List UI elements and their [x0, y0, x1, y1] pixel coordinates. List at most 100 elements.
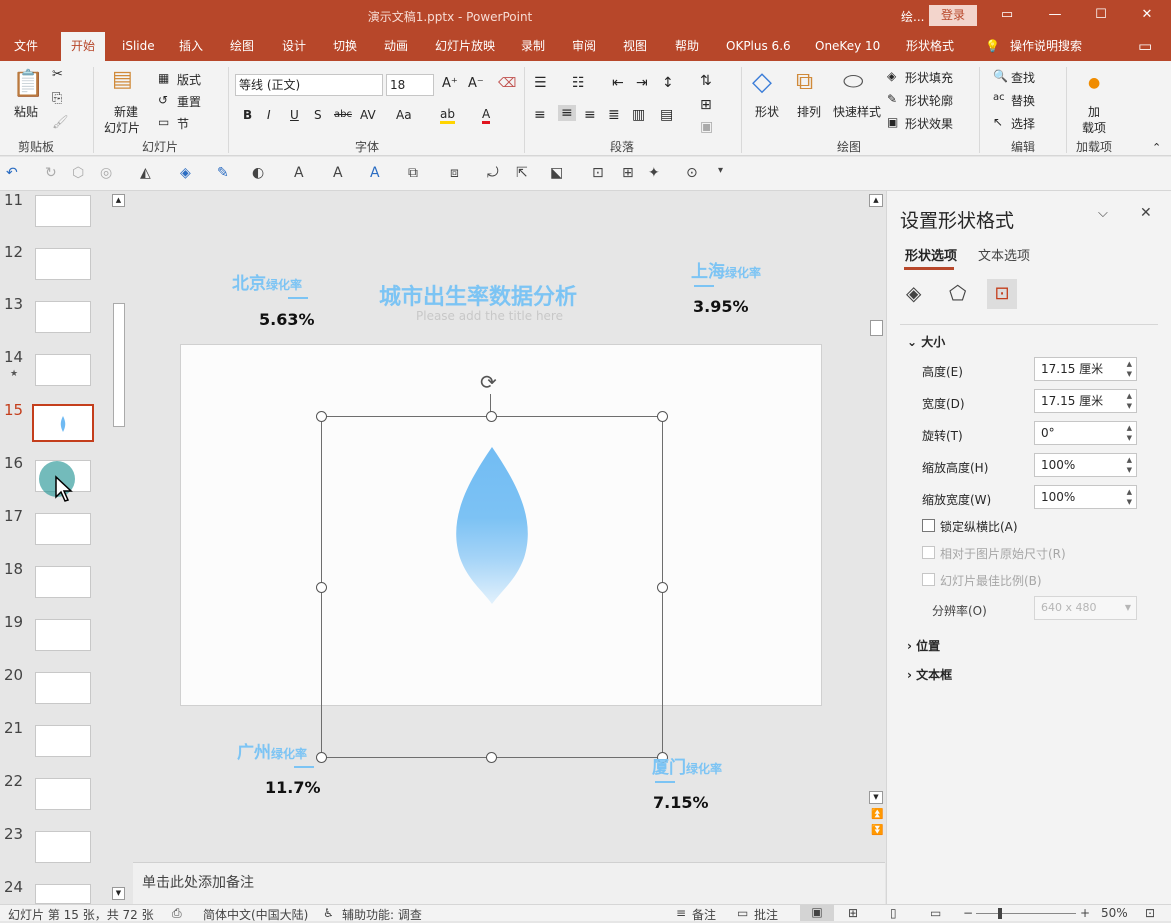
- tab-text-options[interactable]: 文本选项: [978, 245, 1030, 264]
- underline-icon[interactable]: U: [290, 108, 299, 122]
- tab-animations[interactable]: 动画: [384, 32, 408, 61]
- width-input[interactable]: 17.15 厘米 ▲ ▼: [1034, 389, 1137, 413]
- resize-handle-e[interactable]: [657, 582, 668, 593]
- strikethrough-icon[interactable]: abc: [334, 109, 352, 120]
- align-center-icon[interactable]: ≡: [558, 105, 576, 121]
- highlight-qat-icon[interactable]: A: [333, 165, 343, 181]
- bold-icon[interactable]: B: [243, 108, 252, 122]
- justify-icon[interactable]: ≣: [608, 107, 620, 123]
- tab-view[interactable]: 视图: [623, 32, 647, 61]
- font-name-select[interactable]: 等线 (正文): [235, 74, 383, 96]
- shape-outline-icon[interactable]: ✎: [887, 92, 897, 106]
- clear-format-icon[interactable]: ⌫: [498, 76, 516, 91]
- zoom-out-icon[interactable]: −: [963, 906, 973, 920]
- find-icon[interactable]: 🔍: [993, 69, 1008, 83]
- shapes-button[interactable]: 形状: [755, 103, 779, 120]
- zoom-slider-thumb[interactable]: [998, 908, 1002, 919]
- send-backward-icon[interactable]: ⬕: [550, 165, 563, 181]
- scroll-up-icon[interactable]: ▲: [869, 194, 883, 207]
- tab-insert[interactable]: 插入: [179, 32, 203, 61]
- animation-icon[interactable]: ✦: [648, 165, 660, 181]
- scroll-thumb[interactable]: [870, 320, 883, 336]
- resize-handle-n[interactable]: [486, 411, 497, 422]
- slide-thumbnail-22[interactable]: [35, 778, 91, 810]
- fill-color-icon[interactable]: ◈: [180, 165, 191, 181]
- maximize-button[interactable]: ☐: [1079, 0, 1123, 32]
- shrink-font-icon[interactable]: A⁻: [468, 76, 484, 91]
- reset-button[interactable]: 重置: [177, 93, 201, 110]
- accessibility-status[interactable]: 辅助功能: 调查: [342, 906, 422, 923]
- resize-handle-ne[interactable]: [657, 411, 668, 422]
- spinner-icon[interactable]: ▲ ▼: [1127, 487, 1132, 507]
- resize-handle-s[interactable]: [486, 752, 497, 763]
- merge-shapes-icon[interactable]: ◎: [100, 165, 112, 181]
- quick-styles-button[interactable]: 快速样式: [833, 103, 881, 120]
- scroll-thumb[interactable]: [113, 303, 125, 427]
- align-left-icon[interactable]: ≡: [534, 107, 546, 123]
- tab-okplus[interactable]: OKPlus 6.6: [726, 32, 791, 61]
- tell-me-search[interactable]: 操作说明搜索: [1010, 32, 1082, 61]
- spinner-icon[interactable]: ▲ ▼: [1127, 423, 1132, 443]
- font-color-qat-icon[interactable]: A: [294, 165, 304, 181]
- quick-styles-icon[interactable]: ⬭: [843, 67, 864, 95]
- cut-icon[interactable]: ✂: [52, 67, 63, 82]
- spellcheck-icon[interactable]: ⎙: [172, 906, 182, 921]
- shadow-icon[interactable]: S: [314, 108, 322, 122]
- rotate-icon[interactable]: ⤾: [487, 165, 499, 181]
- height-input[interactable]: 17.15 厘米 ▲ ▼: [1034, 357, 1137, 381]
- tab-shape-format[interactable]: 形状格式: [906, 32, 954, 61]
- tab-design[interactable]: 设计: [282, 32, 306, 61]
- slide-sorter-icon[interactable]: ⊞: [848, 906, 858, 920]
- slide-thumbnail-20[interactable]: [35, 672, 91, 704]
- addins-button[interactable]: 加: [1088, 103, 1100, 120]
- language-indicator[interactable]: 简体中文(中国大陆): [203, 906, 308, 923]
- scale-width-input[interactable]: 100% ▲ ▼: [1034, 485, 1137, 509]
- scale-height-input[interactable]: 100% ▲ ▼: [1034, 453, 1137, 477]
- lock-aspect-label[interactable]: 锁定纵横比(A): [940, 518, 1018, 535]
- distributed-icon[interactable]: ▥: [632, 107, 645, 123]
- normal-view-icon[interactable]: ▣: [800, 905, 834, 921]
- text-direction-icon[interactable]: ⇅: [700, 73, 712, 89]
- highlight-icon[interactable]: ab: [440, 107, 455, 124]
- tab-home[interactable]: 开始: [61, 32, 106, 61]
- italic-icon[interactable]: I: [267, 108, 271, 122]
- undo-icon[interactable]: ↶: [6, 165, 18, 181]
- paste-icon[interactable]: 📋: [12, 69, 44, 99]
- section-size-header[interactable]: ⌄ 大小: [907, 333, 945, 350]
- redo-icon[interactable]: ↻: [45, 165, 57, 181]
- arrange-button[interactable]: 排列: [797, 103, 821, 120]
- zoom-slider[interactable]: [976, 913, 1076, 914]
- section-position-header[interactable]: › 位置: [907, 637, 940, 654]
- zoom-in-icon[interactable]: +: [1080, 906, 1090, 920]
- zoom-level[interactable]: 50%: [1101, 906, 1128, 920]
- change-case-icon[interactable]: Aa: [396, 108, 412, 122]
- select-icon[interactable]: ↖: [993, 115, 1003, 129]
- reset-icon[interactable]: ↺: [158, 93, 168, 107]
- selection-box[interactable]: [321, 416, 663, 758]
- slide-thumbnail-11[interactable]: [35, 195, 91, 227]
- format-painter-icon[interactable]: 🖌: [52, 115, 69, 130]
- replace-icon[interactable]: ac: [993, 92, 1005, 103]
- align-text-icon[interactable]: ⊞: [700, 97, 712, 113]
- slide-header-title[interactable]: 城市出生率数据分析: [379, 279, 577, 311]
- shape-effects-icon[interactable]: ▣: [887, 115, 898, 129]
- slideshow-icon[interactable]: ⊙: [686, 165, 698, 181]
- select-button[interactable]: 选择: [1011, 115, 1035, 132]
- slide-thumbnail-21[interactable]: [35, 725, 91, 757]
- tab-shape-options[interactable]: 形状选项: [905, 245, 957, 264]
- tab-draw[interactable]: 绘图: [230, 32, 254, 61]
- new-slide-button[interactable]: 新建: [114, 103, 138, 120]
- shape-icon[interactable]: ⬡: [72, 165, 84, 181]
- line-spacing-icon[interactable]: ↕: [662, 75, 674, 91]
- shape-outline-button[interactable]: 形状轮廓: [905, 92, 953, 109]
- group-icon[interactable]: ⧉: [408, 165, 418, 181]
- prev-slide-icon[interactable]: ⏫: [871, 809, 883, 820]
- next-slide-icon[interactable]: ⏬: [871, 825, 883, 836]
- tab-help[interactable]: 帮助: [675, 32, 699, 61]
- bullets-icon[interactable]: ☰: [534, 75, 547, 91]
- collapse-ribbon-icon[interactable]: ⌃: [1152, 141, 1161, 154]
- tab-review[interactable]: 审阅: [572, 32, 596, 61]
- reading-view-icon[interactable]: ▯: [890, 906, 897, 920]
- customize-qat-icon[interactable]: ▾: [718, 165, 723, 176]
- slide-thumbnail-12[interactable]: [35, 248, 91, 280]
